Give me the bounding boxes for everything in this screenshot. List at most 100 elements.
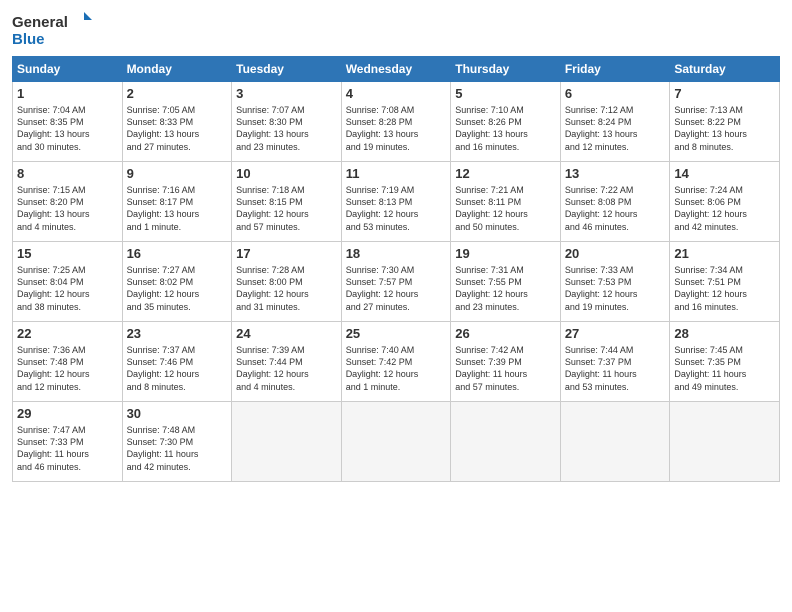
day-info: Sunrise: 7:33 AM Sunset: 7:53 PM Dayligh… bbox=[565, 264, 666, 313]
week-row-4: 22Sunrise: 7:36 AM Sunset: 7:48 PM Dayli… bbox=[13, 322, 780, 402]
header: General Blue bbox=[12, 10, 780, 48]
calendar-table: SundayMondayTuesdayWednesdayThursdayFrid… bbox=[12, 56, 780, 482]
day-info: Sunrise: 7:07 AM Sunset: 8:30 PM Dayligh… bbox=[236, 104, 337, 153]
day-number: 3 bbox=[236, 85, 337, 103]
calendar-cell: 27Sunrise: 7:44 AM Sunset: 7:37 PM Dayli… bbox=[560, 322, 670, 402]
day-info: Sunrise: 7:08 AM Sunset: 8:28 PM Dayligh… bbox=[346, 104, 447, 153]
day-number: 27 bbox=[565, 325, 666, 343]
day-number: 12 bbox=[455, 165, 556, 183]
day-info: Sunrise: 7:10 AM Sunset: 8:26 PM Dayligh… bbox=[455, 104, 556, 153]
day-info: Sunrise: 7:39 AM Sunset: 7:44 PM Dayligh… bbox=[236, 344, 337, 393]
week-row-1: 1Sunrise: 7:04 AM Sunset: 8:35 PM Daylig… bbox=[13, 82, 780, 162]
day-info: Sunrise: 7:04 AM Sunset: 8:35 PM Dayligh… bbox=[17, 104, 118, 153]
day-number: 30 bbox=[127, 405, 228, 423]
calendar-cell: 7Sunrise: 7:13 AM Sunset: 8:22 PM Daylig… bbox=[670, 82, 780, 162]
day-number: 11 bbox=[346, 165, 447, 183]
calendar-cell: 28Sunrise: 7:45 AM Sunset: 7:35 PM Dayli… bbox=[670, 322, 780, 402]
day-info: Sunrise: 7:15 AM Sunset: 8:20 PM Dayligh… bbox=[17, 184, 118, 233]
day-number: 22 bbox=[17, 325, 118, 343]
calendar-body: 1Sunrise: 7:04 AM Sunset: 8:35 PM Daylig… bbox=[13, 82, 780, 482]
calendar-cell: 5Sunrise: 7:10 AM Sunset: 8:26 PM Daylig… bbox=[451, 82, 561, 162]
calendar-cell: 18Sunrise: 7:30 AM Sunset: 7:57 PM Dayli… bbox=[341, 242, 451, 322]
day-number: 16 bbox=[127, 245, 228, 263]
day-number: 19 bbox=[455, 245, 556, 263]
calendar-cell: 8Sunrise: 7:15 AM Sunset: 8:20 PM Daylig… bbox=[13, 162, 123, 242]
calendar-cell: 24Sunrise: 7:39 AM Sunset: 7:44 PM Dayli… bbox=[232, 322, 342, 402]
day-info: Sunrise: 7:21 AM Sunset: 8:11 PM Dayligh… bbox=[455, 184, 556, 233]
day-info: Sunrise: 7:31 AM Sunset: 7:55 PM Dayligh… bbox=[455, 264, 556, 313]
day-number: 9 bbox=[127, 165, 228, 183]
day-info: Sunrise: 7:45 AM Sunset: 7:35 PM Dayligh… bbox=[674, 344, 775, 393]
day-number: 23 bbox=[127, 325, 228, 343]
calendar-cell: 14Sunrise: 7:24 AM Sunset: 8:06 PM Dayli… bbox=[670, 162, 780, 242]
calendar-cell: 15Sunrise: 7:25 AM Sunset: 8:04 PM Dayli… bbox=[13, 242, 123, 322]
calendar-cell bbox=[451, 402, 561, 482]
calendar-cell: 11Sunrise: 7:19 AM Sunset: 8:13 PM Dayli… bbox=[341, 162, 451, 242]
calendar-cell: 16Sunrise: 7:27 AM Sunset: 8:02 PM Dayli… bbox=[122, 242, 232, 322]
day-number: 15 bbox=[17, 245, 118, 263]
day-info: Sunrise: 7:34 AM Sunset: 7:51 PM Dayligh… bbox=[674, 264, 775, 313]
day-number: 1 bbox=[17, 85, 118, 103]
day-header-tuesday: Tuesday bbox=[232, 57, 342, 82]
day-info: Sunrise: 7:42 AM Sunset: 7:39 PM Dayligh… bbox=[455, 344, 556, 393]
calendar-cell: 23Sunrise: 7:37 AM Sunset: 7:46 PM Dayli… bbox=[122, 322, 232, 402]
calendar-cell: 2Sunrise: 7:05 AM Sunset: 8:33 PM Daylig… bbox=[122, 82, 232, 162]
calendar-cell: 20Sunrise: 7:33 AM Sunset: 7:53 PM Dayli… bbox=[560, 242, 670, 322]
day-info: Sunrise: 7:30 AM Sunset: 7:57 PM Dayligh… bbox=[346, 264, 447, 313]
day-number: 21 bbox=[674, 245, 775, 263]
day-info: Sunrise: 7:24 AM Sunset: 8:06 PM Dayligh… bbox=[674, 184, 775, 233]
day-info: Sunrise: 7:19 AM Sunset: 8:13 PM Dayligh… bbox=[346, 184, 447, 233]
day-header-wednesday: Wednesday bbox=[341, 57, 451, 82]
calendar-cell: 3Sunrise: 7:07 AM Sunset: 8:30 PM Daylig… bbox=[232, 82, 342, 162]
day-number: 7 bbox=[674, 85, 775, 103]
week-row-3: 15Sunrise: 7:25 AM Sunset: 8:04 PM Dayli… bbox=[13, 242, 780, 322]
day-number: 26 bbox=[455, 325, 556, 343]
day-info: Sunrise: 7:05 AM Sunset: 8:33 PM Dayligh… bbox=[127, 104, 228, 153]
day-info: Sunrise: 7:25 AM Sunset: 8:04 PM Dayligh… bbox=[17, 264, 118, 313]
day-number: 17 bbox=[236, 245, 337, 263]
calendar-cell: 30Sunrise: 7:48 AM Sunset: 7:30 PM Dayli… bbox=[122, 402, 232, 482]
calendar-cell: 17Sunrise: 7:28 AM Sunset: 8:00 PM Dayli… bbox=[232, 242, 342, 322]
calendar-cell: 26Sunrise: 7:42 AM Sunset: 7:39 PM Dayli… bbox=[451, 322, 561, 402]
calendar-cell: 4Sunrise: 7:08 AM Sunset: 8:28 PM Daylig… bbox=[341, 82, 451, 162]
calendar-cell: 13Sunrise: 7:22 AM Sunset: 8:08 PM Dayli… bbox=[560, 162, 670, 242]
day-info: Sunrise: 7:28 AM Sunset: 8:00 PM Dayligh… bbox=[236, 264, 337, 313]
calendar-cell: 10Sunrise: 7:18 AM Sunset: 8:15 PM Dayli… bbox=[232, 162, 342, 242]
day-header-saturday: Saturday bbox=[670, 57, 780, 82]
day-number: 5 bbox=[455, 85, 556, 103]
day-number: 29 bbox=[17, 405, 118, 423]
day-info: Sunrise: 7:47 AM Sunset: 7:33 PM Dayligh… bbox=[17, 424, 118, 473]
day-info: Sunrise: 7:16 AM Sunset: 8:17 PM Dayligh… bbox=[127, 184, 228, 233]
calendar-cell: 9Sunrise: 7:16 AM Sunset: 8:17 PM Daylig… bbox=[122, 162, 232, 242]
day-number: 14 bbox=[674, 165, 775, 183]
day-header-thursday: Thursday bbox=[451, 57, 561, 82]
day-info: Sunrise: 7:12 AM Sunset: 8:24 PM Dayligh… bbox=[565, 104, 666, 153]
day-number: 6 bbox=[565, 85, 666, 103]
day-number: 13 bbox=[565, 165, 666, 183]
day-headers-row: SundayMondayTuesdayWednesdayThursdayFrid… bbox=[13, 57, 780, 82]
calendar-cell: 12Sunrise: 7:21 AM Sunset: 8:11 PM Dayli… bbox=[451, 162, 561, 242]
calendar-cell: 6Sunrise: 7:12 AM Sunset: 8:24 PM Daylig… bbox=[560, 82, 670, 162]
day-number: 2 bbox=[127, 85, 228, 103]
day-info: Sunrise: 7:48 AM Sunset: 7:30 PM Dayligh… bbox=[127, 424, 228, 473]
day-info: Sunrise: 7:37 AM Sunset: 7:46 PM Dayligh… bbox=[127, 344, 228, 393]
day-info: Sunrise: 7:44 AM Sunset: 7:37 PM Dayligh… bbox=[565, 344, 666, 393]
day-header-friday: Friday bbox=[560, 57, 670, 82]
week-row-5: 29Sunrise: 7:47 AM Sunset: 7:33 PM Dayli… bbox=[13, 402, 780, 482]
day-info: Sunrise: 7:36 AM Sunset: 7:48 PM Dayligh… bbox=[17, 344, 118, 393]
day-number: 10 bbox=[236, 165, 337, 183]
day-number: 4 bbox=[346, 85, 447, 103]
calendar-cell bbox=[560, 402, 670, 482]
calendar-cell: 29Sunrise: 7:47 AM Sunset: 7:33 PM Dayli… bbox=[13, 402, 123, 482]
main-container: General Blue SundayMondayTuesdayWednesda… bbox=[0, 0, 792, 490]
calendar-cell: 19Sunrise: 7:31 AM Sunset: 7:55 PM Dayli… bbox=[451, 242, 561, 322]
day-number: 28 bbox=[674, 325, 775, 343]
day-number: 8 bbox=[17, 165, 118, 183]
day-info: Sunrise: 7:40 AM Sunset: 7:42 PM Dayligh… bbox=[346, 344, 447, 393]
calendar-cell bbox=[341, 402, 451, 482]
week-row-2: 8Sunrise: 7:15 AM Sunset: 8:20 PM Daylig… bbox=[13, 162, 780, 242]
logo-svg: General Blue bbox=[12, 10, 102, 48]
calendar-cell: 22Sunrise: 7:36 AM Sunset: 7:48 PM Dayli… bbox=[13, 322, 123, 402]
calendar-cell: 21Sunrise: 7:34 AM Sunset: 7:51 PM Dayli… bbox=[670, 242, 780, 322]
svg-text:Blue: Blue bbox=[12, 31, 45, 48]
